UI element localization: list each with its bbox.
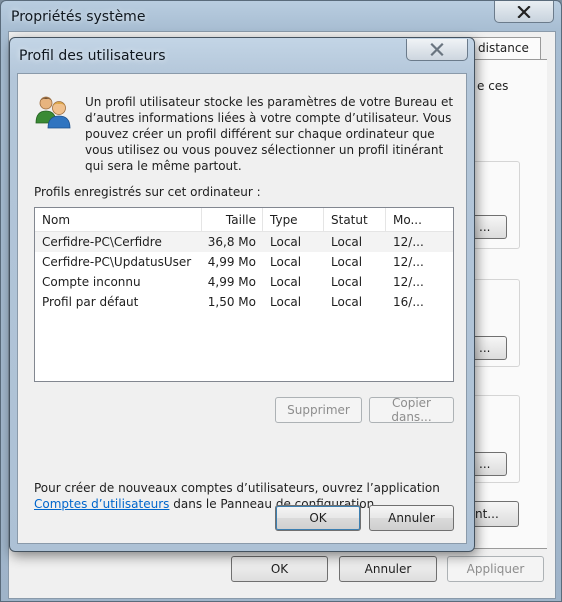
table-row[interactable]: Compte inconnu 4,99 Mo Local Local 12/..… (35, 272, 453, 292)
profile-name: Cerfidre-PC\UpdatusUser (42, 255, 192, 269)
profile-size: 4,99 Mo (207, 255, 256, 269)
profile-status: Local (331, 235, 363, 249)
dialog-client-area: Un profil utilisateur stocke les paramèt… (17, 73, 467, 544)
profiles-list[interactable]: Nom Taille Type Statut Mo... Cerfidre-PC… (34, 207, 454, 382)
cancel-button[interactable]: Annuler (369, 505, 454, 531)
profile-modified: 12/... (393, 255, 424, 269)
delete-button[interactable]: Supprimer (275, 397, 362, 423)
close-icon (517, 5, 531, 18)
profile-name: Cerfidre-PC\Cerfidre (42, 235, 162, 249)
profile-modified: 12/... (393, 235, 424, 249)
system-cancel-button[interactable]: Annuler (339, 556, 437, 582)
profile-status: Local (331, 255, 363, 269)
profile-size: 4,99 Mo (207, 275, 256, 289)
close-icon (430, 43, 444, 56)
table-row[interactable]: Cerfidre-PC\UpdatusUser 4,99 Mo Local Lo… (35, 252, 453, 272)
profile-status: Local (331, 295, 363, 309)
ok-button[interactable]: OK (275, 505, 361, 531)
profile-size: 1,50 Mo (207, 295, 256, 309)
profiles-list-label: Profils enregistrés sur cet ordinateur : (34, 185, 261, 199)
table-row[interactable]: Profil par défaut 1,50 Mo Local Local 16… (35, 292, 453, 312)
profile-description: Un profil utilisateur stocke les paramèt… (85, 95, 454, 173)
profile-size: 36,8 Mo (207, 235, 256, 249)
profile-status: Local (331, 275, 363, 289)
column-header-size[interactable]: Taille (202, 208, 263, 232)
column-header-name[interactable]: Nom (35, 208, 202, 232)
system-properties-close-button[interactable] (494, 1, 554, 23)
copy-to-button[interactable]: Copier dans... (369, 396, 454, 424)
dialog-title: Profil des utilisateurs (19, 48, 166, 64)
system-properties-title: Propriétés système (11, 9, 146, 25)
users-icon (35, 96, 71, 129)
profile-name: Profil par défaut (42, 295, 139, 309)
user-profiles-dialog: Profil des utilisateurs Un profil utilis… (9, 37, 475, 552)
background-settings-button[interactable]: ... (475, 215, 507, 239)
profile-type: Local (270, 235, 302, 249)
profile-modified: 12/... (393, 275, 424, 289)
column-header-type[interactable]: Type (263, 208, 324, 232)
background-environment-button[interactable]: nt... (469, 501, 519, 527)
background-text-fragment: e ces (477, 79, 509, 93)
column-header-modified[interactable]: Mo... (386, 208, 453, 232)
profile-type: Local (270, 255, 302, 269)
background-settings-button[interactable]: ... (475, 452, 507, 476)
system-apply-button[interactable]: Appliquer (447, 556, 544, 582)
profile-type: Local (270, 275, 302, 289)
info-prefix-text: Pour créer de nouveaux comptes d’utilisa… (34, 481, 440, 495)
profile-type: Local (270, 295, 302, 309)
profile-name: Compte inconnu (42, 275, 141, 289)
background-settings-button[interactable]: ... (475, 336, 507, 360)
dialog-close-button[interactable] (406, 39, 468, 61)
column-header-status[interactable]: Statut (324, 208, 386, 232)
profile-modified: 16/... (393, 295, 424, 309)
table-row[interactable]: Cerfidre-PC\Cerfidre 36,8 Mo Local Local… (35, 232, 453, 252)
system-ok-button[interactable]: OK (231, 556, 328, 582)
profiles-list-header: Nom Taille Type Statut Mo... (35, 208, 453, 232)
tab-remote-fragment[interactable]: distance (467, 37, 541, 59)
user-accounts-link[interactable]: Comptes d’utilisateurs (34, 497, 169, 511)
